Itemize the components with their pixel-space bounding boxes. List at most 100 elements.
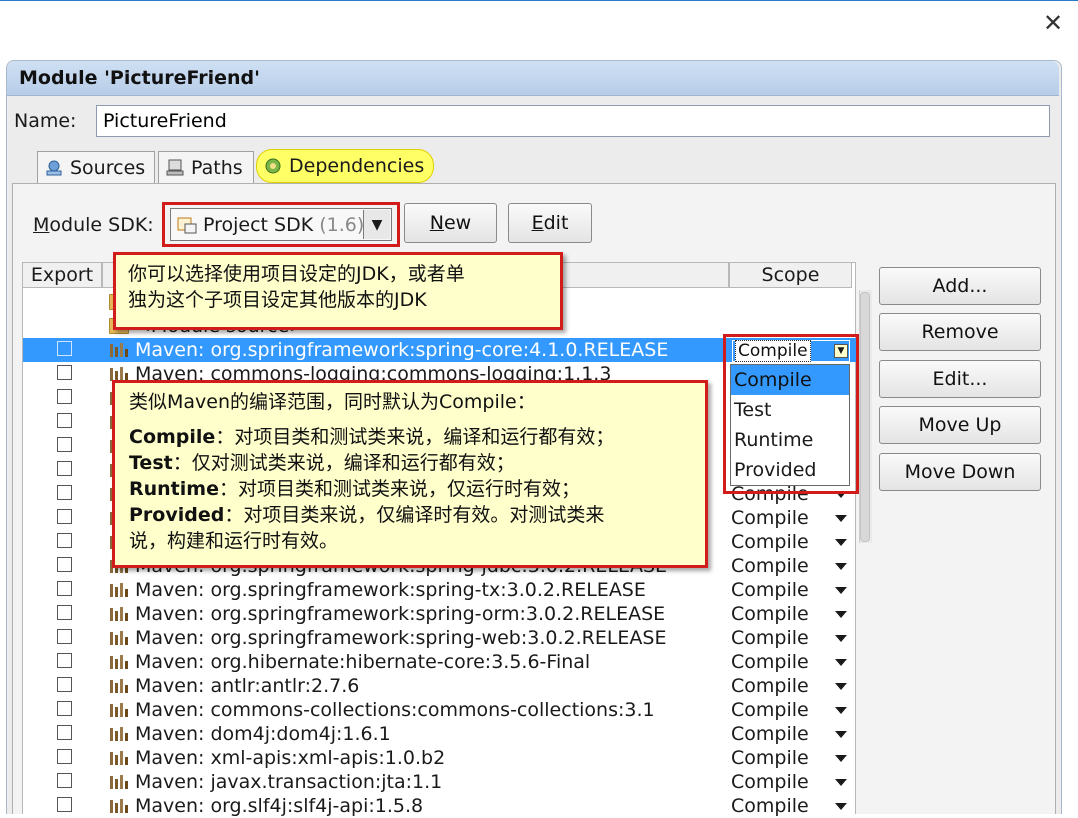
new-sdk-button[interactable]: New [404, 203, 497, 243]
export-checkbox[interactable] [57, 773, 72, 788]
column-header-export[interactable]: Export [22, 262, 102, 288]
chevron-down-icon[interactable] [835, 731, 847, 738]
export-checkbox[interactable] [57, 653, 72, 668]
window-top-bar [0, 0, 1078, 49]
chevron-down-icon[interactable] [835, 539, 847, 546]
dependency-scope[interactable]: Compile [731, 530, 809, 554]
export-checkbox[interactable] [57, 509, 72, 524]
chevron-down-icon[interactable]: ▼ [363, 210, 390, 239]
remove-button[interactable]: Remove [879, 313, 1041, 351]
dependency-scope[interactable]: Compile [731, 698, 809, 722]
scope-option-provided[interactable]: Provided [731, 455, 849, 485]
dependency-scope[interactable]: Compile [731, 770, 809, 794]
dialog-title-bar: Module 'PictureFriend' [7, 61, 1059, 96]
export-checkbox[interactable] [57, 797, 72, 812]
table-row[interactable]: Maven: javax.transaction:jta:1.1 Compile [23, 770, 859, 794]
chevron-down-icon[interactable] [835, 587, 847, 594]
dependency-scope[interactable]: Compile [731, 722, 809, 746]
chevron-down-icon[interactable] [835, 635, 847, 642]
export-checkbox[interactable] [57, 629, 72, 644]
export-checkbox[interactable] [57, 437, 72, 452]
table-row[interactable]: Maven: org.hibernate:hibernate-core:3.5.… [23, 650, 859, 674]
dependency-scope[interactable]: Compile [731, 746, 809, 770]
move-up-button[interactable]: Move Up [879, 406, 1041, 444]
dependency-scope[interactable]: Compile [731, 578, 809, 602]
project-sdk-icon [177, 217, 197, 233]
module-sdk-value: Project SDK [203, 213, 314, 236]
library-icon [110, 703, 128, 717]
dependency-scope[interactable]: Compile [731, 554, 809, 578]
tab-paths[interactable]: Paths [158, 151, 254, 183]
dependency-scope[interactable]: Compile [731, 794, 809, 818]
move-down-button[interactable]: Move Down [879, 453, 1041, 491]
table-row[interactable]: Maven: commons-collections:commons-colle… [23, 698, 859, 722]
module-sdk-label: Module SDK: [33, 214, 154, 236]
table-row[interactable]: Maven: org.springframework:spring-orm:3.… [23, 602, 859, 626]
dependency-scope[interactable]: Compile [731, 650, 809, 674]
export-checkbox[interactable] [57, 533, 72, 548]
chevron-down-icon[interactable] [835, 683, 847, 690]
chevron-down-icon[interactable] [835, 707, 847, 714]
scope-combo[interactable]: Compile [732, 340, 850, 362]
paths-icon [166, 159, 184, 175]
export-checkbox[interactable] [57, 365, 72, 380]
column-header-scope[interactable]: Scope [729, 262, 852, 288]
chevron-down-icon[interactable] [835, 803, 847, 810]
scope-option-test[interactable]: Test [731, 395, 849, 425]
chevron-down-icon[interactable]: ▼ [834, 344, 848, 358]
table-row[interactable]: Maven: org.springframework:spring-tx:3.0… [23, 578, 859, 602]
library-icon [110, 775, 128, 789]
dependency-scope[interactable]: Compile [731, 626, 809, 650]
library-icon [110, 799, 128, 813]
dependency-scope[interactable]: Compile [731, 674, 809, 698]
edit-button[interactable]: Edit... [879, 360, 1041, 398]
dependency-name: Maven: javax.transaction:jta:1.1 [135, 771, 443, 793]
library-icon [110, 679, 128, 693]
module-sdk-select[interactable]: Project SDK (1.6) [170, 208, 392, 241]
export-checkbox[interactable] [57, 485, 72, 500]
export-checkbox[interactable] [57, 461, 72, 476]
tab-dependencies[interactable]: Dependencies [256, 149, 434, 183]
chevron-down-icon[interactable] [835, 755, 847, 762]
name-input[interactable] [96, 105, 1050, 137]
close-icon[interactable]: ✕ [1040, 10, 1066, 36]
scope-annotation-callout: 类似Maven的编译范围，同时默认为Compile： Compile：对项目类和… [112, 380, 708, 568]
export-checkbox[interactable] [57, 341, 72, 356]
add-button[interactable]: Add... [879, 267, 1041, 305]
chevron-down-icon[interactable] [835, 563, 847, 570]
chevron-down-icon[interactable] [835, 659, 847, 666]
table-row[interactable]: Maven: org.slf4j:slf4j-api:1.5.8 Compile [23, 794, 859, 818]
table-row[interactable]: Maven: dom4j:dom4j:1.6.1 Compile [23, 722, 859, 746]
table-row[interactable]: Maven: xml-apis:xml-apis:1.0.b2 Compile [23, 746, 859, 770]
export-checkbox[interactable] [57, 725, 72, 740]
scope-option-runtime[interactable]: Runtime [731, 425, 849, 455]
edit-sdk-button[interactable]: Edit [508, 203, 592, 243]
export-checkbox[interactable] [57, 413, 72, 428]
dependency-scope[interactable]: Compile [731, 602, 809, 626]
export-checkbox[interactable] [57, 389, 72, 404]
export-checkbox[interactable] [57, 557, 72, 572]
export-checkbox[interactable] [57, 677, 72, 692]
tab-paths-label: Paths [191, 156, 243, 179]
dependency-name: Maven: org.hibernate:hibernate-core:3.5.… [135, 651, 591, 673]
tab-sources[interactable]: Sources [37, 151, 155, 183]
export-checkbox[interactable] [57, 701, 72, 716]
library-icon [110, 343, 128, 357]
export-checkbox[interactable] [57, 581, 72, 596]
dependency-scope[interactable]: Compile [731, 506, 809, 530]
test-description: Test：仅对测试类来说，编译和运行都有效； [129, 452, 515, 474]
table-row[interactable]: Maven: org.springframework:spring-web:3.… [23, 626, 859, 650]
table-scrollbar-thumb[interactable] [860, 292, 870, 542]
export-checkbox[interactable] [57, 749, 72, 764]
export-checkbox[interactable] [57, 605, 72, 620]
dependency-name: Maven: org.springframework:spring-tx:3.0… [135, 579, 646, 601]
table-row[interactable]: Maven: antlr:antlr:2.7.6 Compile [23, 674, 859, 698]
dependency-name: Maven: org.springframework:spring-core:4… [135, 339, 669, 361]
chevron-down-icon[interactable] [835, 611, 847, 618]
scope-option-compile[interactable]: Compile [731, 365, 849, 395]
dependencies-icon [265, 158, 281, 174]
dialog-title: Module 'PictureFriend' [19, 67, 260, 89]
dependency-name: Maven: org.springframework:spring-orm:3.… [135, 603, 666, 625]
chevron-down-icon[interactable] [835, 515, 847, 522]
chevron-down-icon[interactable] [835, 779, 847, 786]
